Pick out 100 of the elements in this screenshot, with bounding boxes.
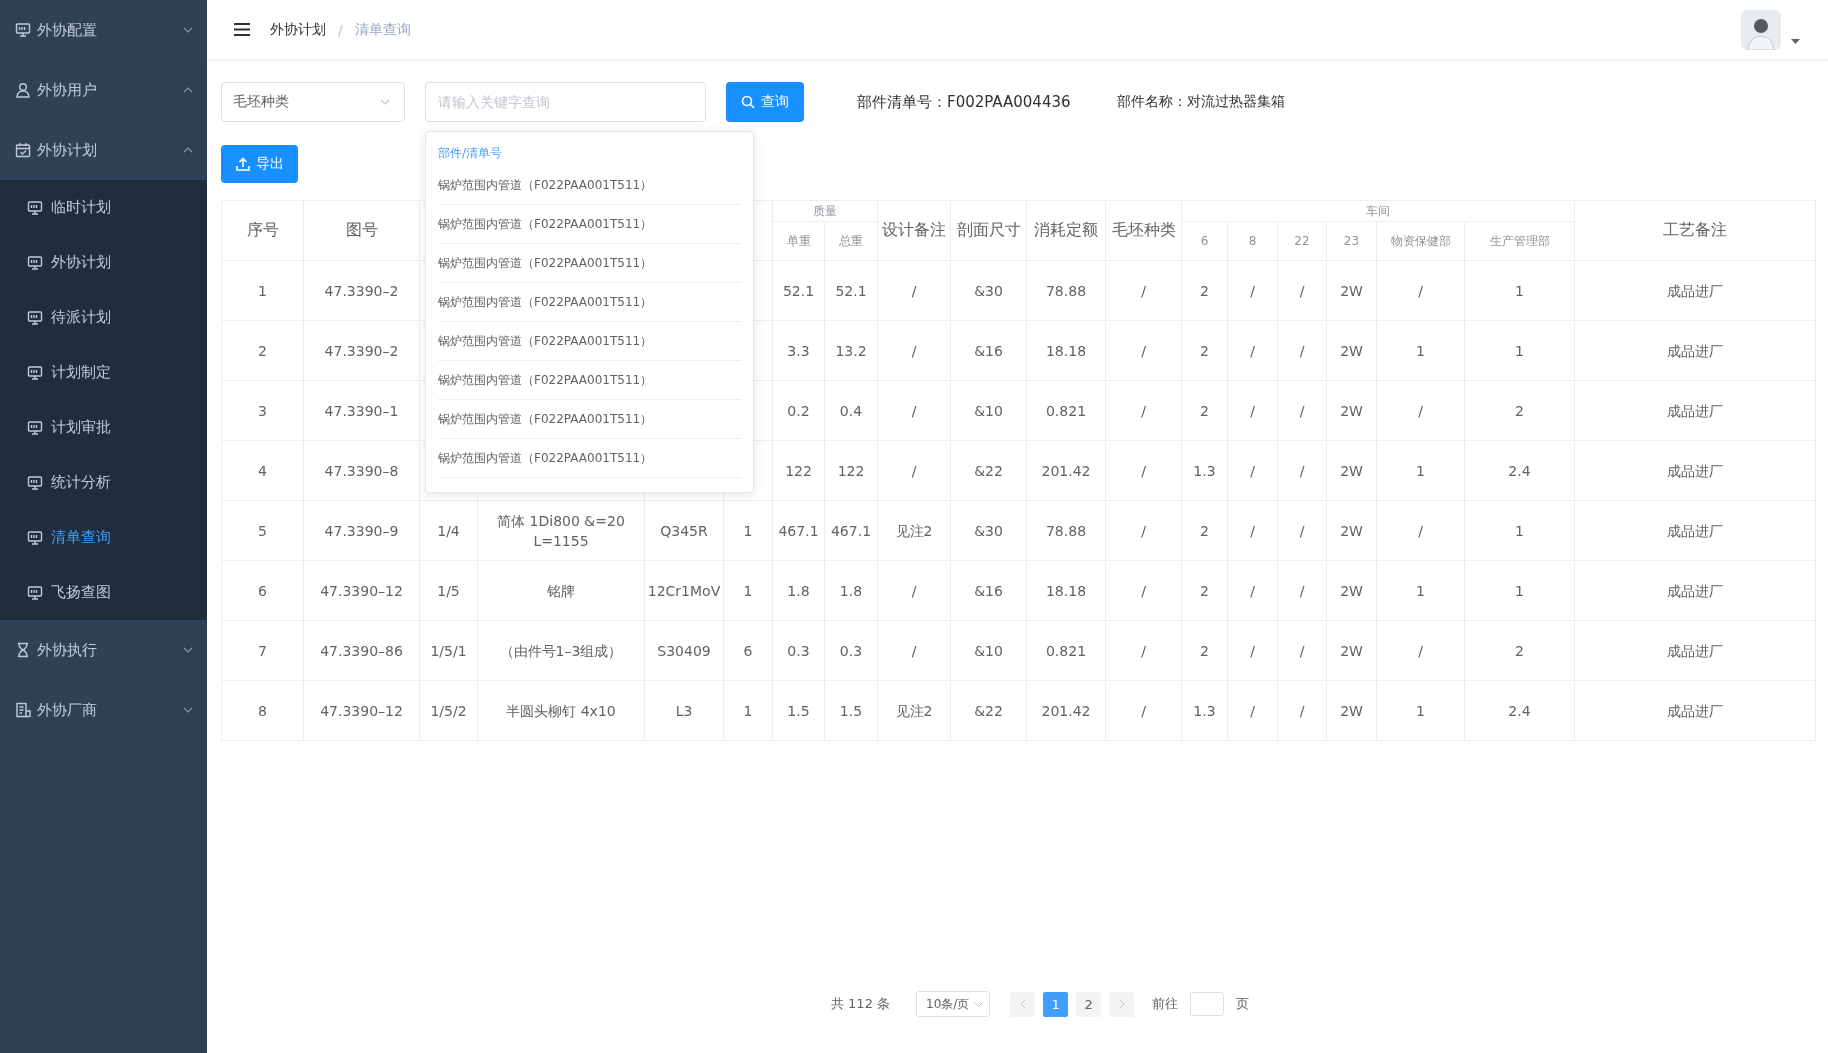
table-cell: S30409	[645, 621, 724, 681]
table-cell: 半圆头柳钉 4x10	[478, 681, 645, 741]
page-button[interactable]: 2	[1076, 991, 1102, 1017]
column-header: 设计备注	[878, 201, 951, 261]
table-cell: /	[1228, 501, 1278, 561]
search-icon	[741, 95, 755, 109]
table-cell: 18.18	[1027, 321, 1106, 381]
table-cell: 成品进厂	[1575, 621, 1816, 681]
sidebar-item[interactable]: 外协计划	[0, 235, 207, 290]
table-cell: 13.2	[825, 321, 878, 381]
column-header: 剖面尺寸	[951, 201, 1027, 261]
table-cell: /	[1106, 261, 1182, 321]
sidebar-item[interactable]: 待派计划	[0, 290, 207, 345]
table-cell: 3.3	[773, 321, 825, 381]
sidebar-group[interactable]: 外协用户	[0, 60, 207, 120]
chevron-icon	[974, 1001, 984, 1007]
table-cell: 1	[1465, 501, 1575, 561]
table-cell: 2W	[1327, 321, 1377, 381]
table-cell: /	[1377, 621, 1465, 681]
table-cell: 2W	[1327, 681, 1377, 741]
table-cell: 1	[724, 681, 773, 741]
sidebar-item[interactable]: 统计分析	[0, 455, 207, 510]
suggestion-item[interactable]: 锅炉范围内管道（F022PAA001T511）	[438, 244, 741, 283]
column-header: 物资保健部	[1377, 222, 1465, 261]
table-cell: 1.3	[1182, 441, 1228, 501]
table-cell: 成品进厂	[1575, 681, 1816, 741]
table-cell: /	[1228, 381, 1278, 441]
sidebar-item[interactable]: 临时计划	[0, 180, 207, 235]
table-cell: 0.821	[1027, 381, 1106, 441]
table-cell: 2	[1182, 321, 1228, 381]
table-cell: 467.1	[825, 501, 878, 561]
table-cell: 47.3390–2	[304, 261, 420, 321]
table-cell: /	[1106, 441, 1182, 501]
menu-icon[interactable]	[234, 23, 250, 36]
table-cell: 0.821	[1027, 621, 1106, 681]
table-cell: 18.18	[1027, 561, 1106, 621]
table-cell: /	[1228, 621, 1278, 681]
suggestion-item[interactable]: 锅炉范围内管道（F022PAA001T511）	[438, 361, 741, 400]
table-cell: 1/4	[420, 501, 478, 561]
table-cell: /	[1278, 381, 1327, 441]
document-icon	[15, 702, 31, 718]
table-cell: /	[1278, 621, 1327, 681]
table-cell: /	[1228, 441, 1278, 501]
sidebar-group[interactable]: 外协厂商	[0, 680, 207, 740]
page-size-select[interactable]: 10条/页	[916, 991, 991, 1017]
table-cell: 2	[1182, 501, 1228, 561]
table-cell: /	[1278, 681, 1327, 741]
table-cell: 2	[1465, 381, 1575, 441]
goto-label: 前往	[1152, 995, 1179, 1013]
column-header: 生产管理部	[1465, 222, 1575, 261]
table-cell: 78.88	[1027, 261, 1106, 321]
sidebar-item[interactable]: 计划审批	[0, 400, 207, 455]
monitor-icon	[27, 529, 43, 546]
table-cell: 2	[1182, 621, 1228, 681]
table-cell: /	[878, 441, 951, 501]
caret-icon[interactable]	[1791, 38, 1800, 44]
suggestion-item[interactable]: 锅炉范围内管道（F022PAA001T511）	[438, 322, 741, 361]
user-icon	[15, 82, 31, 98]
sidebar-item[interactable]: 清单查询	[0, 510, 207, 565]
table-cell: 2W	[1327, 441, 1377, 501]
table-cell: 1	[1465, 321, 1575, 381]
table-cell: 1	[1377, 561, 1465, 621]
search-field[interactable]: 请输入关键字查询	[425, 82, 706, 122]
sidebar-group[interactable]: 外协执行	[0, 620, 207, 680]
table-cell: /	[1377, 501, 1465, 561]
monitor-icon	[27, 474, 43, 491]
sidebar-group[interactable]: 外协计划	[0, 120, 207, 180]
table-cell: &16	[951, 321, 1027, 381]
table-cell: 122	[773, 441, 825, 501]
table-cell: 0.3	[773, 621, 825, 681]
column-header: 序号	[222, 201, 304, 261]
sidebar-group[interactable]: 外协配置	[0, 0, 207, 60]
table-cell: 201.42	[1027, 681, 1106, 741]
table-cell: 122	[825, 441, 878, 501]
monitor-icon	[27, 254, 43, 271]
table-cell: 47.3390–1	[304, 381, 420, 441]
monitor-icon	[27, 309, 43, 326]
table-cell: 0.2	[773, 381, 825, 441]
table-cell: 4	[222, 441, 304, 501]
column-header: 毛坯种类	[1106, 201, 1182, 261]
sidebar-item[interactable]: 飞扬查图	[0, 565, 207, 620]
sidebar-item[interactable]: 计划制定	[0, 345, 207, 400]
suggestion-item[interactable]: 锅炉范围内管道（F022PAA001T511）	[438, 166, 741, 205]
suggestion-item[interactable]: 锅炉范围内管道（F022PAA001T511）	[438, 400, 741, 439]
table-cell: /	[878, 381, 951, 441]
menu-label: 外协执行	[37, 640, 98, 660]
suggestion-item[interactable]: 锅炉范围内管道（F022PAA001T511）	[438, 439, 741, 478]
table-cell: 成品进厂	[1575, 561, 1816, 621]
table-cell: &22	[951, 681, 1027, 741]
breadcrumb-item[interactable]: 外协计划	[270, 20, 326, 39]
table-cell: 2	[1465, 621, 1575, 681]
select-field[interactable]: 毛坯种类	[221, 82, 405, 122]
page-number-field[interactable]	[1190, 992, 1225, 1016]
table-cell: /	[878, 561, 951, 621]
table-cell: 78.88	[1027, 501, 1106, 561]
avatar[interactable]	[1741, 9, 1781, 50]
suggestion-item[interactable]: 锅炉范围内管道（F022PAA001T511）	[438, 205, 741, 244]
menu-label: 外协用户	[37, 80, 98, 100]
suggestion-item[interactable]: 锅炉范围内管道（F022PAA001T511）	[438, 283, 741, 322]
part-name: 部件名称：对流过热器集箱	[1116, 93, 1285, 111]
